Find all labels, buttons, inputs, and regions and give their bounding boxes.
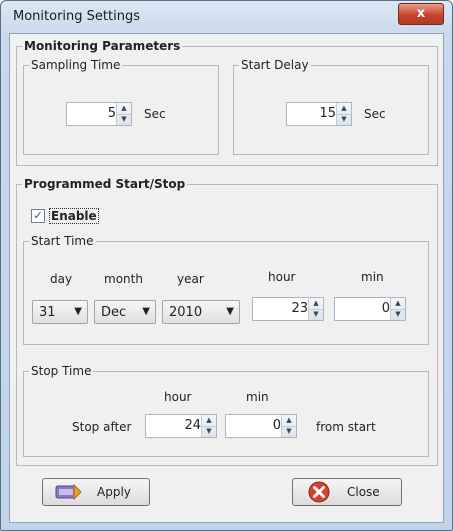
monitoring-parameters-group: Monitoring Parameters Sampling Time 5 ▲ … bbox=[16, 39, 438, 166]
stop-after-label: Stop after bbox=[72, 420, 132, 434]
day-select[interactable]: 31 ▼ bbox=[32, 300, 88, 324]
from-start-label: from start bbox=[316, 420, 376, 434]
day-value: 31 bbox=[39, 305, 56, 320]
spin-down-icon[interactable]: ▼ bbox=[202, 426, 216, 437]
month-header: month bbox=[104, 272, 143, 286]
monitoring-parameters-title: Monitoring Parameters bbox=[22, 39, 183, 53]
sampling-time-legend: Sampling Time bbox=[29, 58, 123, 72]
day-header: day bbox=[50, 272, 73, 286]
sampling-time-unit: Sec bbox=[144, 107, 166, 121]
stop-time-legend: Stop Time bbox=[29, 364, 94, 378]
stop-hour-spinner[interactable]: 24 ▲ ▼ bbox=[145, 414, 217, 438]
start-hour-spinner[interactable]: 23 ▲ ▼ bbox=[252, 297, 324, 321]
stop-time-group: Stop Time hour min Stop after 24 ▲ ▼ 0 ▲… bbox=[23, 364, 429, 457]
spin-down-icon[interactable]: ▼ bbox=[337, 114, 351, 125]
hour-header: hour bbox=[268, 270, 296, 284]
start-min-value: 0 bbox=[381, 301, 390, 316]
enable-label[interactable]: Enable bbox=[49, 208, 99, 224]
start-delay-group: Start Delay 15 ▲ ▼ Sec bbox=[233, 58, 429, 155]
window-close-button[interactable]: x bbox=[398, 3, 444, 25]
apply-icon bbox=[55, 483, 82, 501]
apply-button[interactable]: Apply bbox=[42, 478, 150, 506]
spin-down-icon[interactable]: ▼ bbox=[391, 309, 405, 320]
enable-checkbox[interactable]: ✓ bbox=[31, 209, 45, 223]
client-area: Monitoring Parameters Sampling Time 5 ▲ … bbox=[9, 33, 444, 523]
start-time-legend: Start Time bbox=[29, 234, 96, 248]
stop-min-header: min bbox=[246, 390, 269, 404]
year-value: 2010 bbox=[169, 305, 203, 320]
monitoring-settings-window: Monitoring Settings x Monitoring Paramet… bbox=[0, 0, 453, 531]
year-select[interactable]: 2010 ▼ bbox=[162, 300, 240, 324]
start-min-spinner[interactable]: 0 ▲ ▼ bbox=[334, 297, 406, 321]
window-title: Monitoring Settings bbox=[13, 9, 140, 24]
spin-down-icon[interactable]: ▼ bbox=[117, 114, 131, 125]
sampling-time-spinner[interactable]: 5 ▲ ▼ bbox=[66, 102, 132, 126]
close-icon bbox=[308, 481, 330, 503]
start-hour-value: 23 bbox=[291, 301, 308, 316]
close-label: Close bbox=[347, 485, 380, 499]
start-delay-unit: Sec bbox=[364, 107, 386, 121]
programmed-start-stop-title: Programmed Start/Stop bbox=[22, 177, 188, 191]
chevron-down-icon: ▼ bbox=[226, 306, 234, 317]
chevron-down-icon: ▼ bbox=[142, 306, 150, 317]
apply-label: Apply bbox=[97, 485, 131, 499]
chevron-down-icon: ▼ bbox=[74, 306, 82, 317]
spin-down-icon[interactable]: ▼ bbox=[309, 309, 323, 320]
stop-min-value: 0 bbox=[272, 418, 281, 433]
month-select[interactable]: Dec ▼ bbox=[94, 300, 156, 324]
programmed-start-stop-group: Programmed Start/Stop ✓ Enable Start Tim… bbox=[16, 177, 438, 466]
close-icon: x bbox=[416, 6, 426, 21]
min-header: min bbox=[361, 270, 384, 284]
stop-hour-value: 24 bbox=[184, 418, 201, 433]
sampling-time-group: Sampling Time 5 ▲ ▼ Sec bbox=[23, 58, 219, 155]
stop-hour-header: hour bbox=[164, 390, 192, 404]
close-button[interactable]: Close bbox=[292, 478, 402, 506]
start-delay-value: 15 bbox=[319, 106, 336, 121]
month-value: Dec bbox=[101, 305, 127, 320]
spin-down-icon[interactable]: ▼ bbox=[282, 426, 296, 437]
title-bar[interactable]: Monitoring Settings x bbox=[1, 1, 452, 33]
start-delay-spinner[interactable]: 15 ▲ ▼ bbox=[286, 102, 352, 126]
stop-min-spinner[interactable]: 0 ▲ ▼ bbox=[225, 414, 297, 438]
start-delay-legend: Start Delay bbox=[239, 58, 311, 72]
sampling-time-value: 5 bbox=[107, 106, 116, 121]
year-header: year bbox=[177, 272, 204, 286]
start-time-group: Start Time day month year hour min 31 ▼ … bbox=[23, 234, 429, 345]
